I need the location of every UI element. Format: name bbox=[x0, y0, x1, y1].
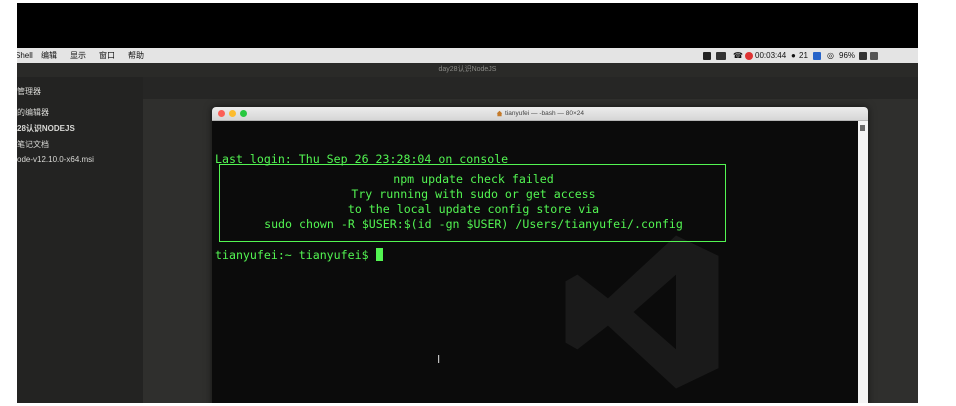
zoom-button[interactable] bbox=[240, 110, 247, 117]
app-tray-icon[interactable] bbox=[703, 48, 711, 63]
menu-shell[interactable]: Shell bbox=[17, 48, 33, 63]
terminal-output[interactable]: Last login: Thu Sep 26 23:28:04 on conso… bbox=[215, 122, 855, 403]
vscode-window-title: day28认识NodeJS bbox=[438, 66, 497, 73]
update-box-line: to the local update config store via bbox=[347, 202, 600, 216]
user-tray-icon[interactable]: ● bbox=[791, 48, 796, 63]
screen: Shell 编辑 显示 窗口 帮助 ☎ 00:03:44 ● 21 ◎ 96% … bbox=[17, 3, 918, 403]
terminal-title: tianyufei — -bash — 80×24 bbox=[505, 110, 584, 117]
terminal-titlebar[interactable]: tianyufei — -bash — 80×24 bbox=[212, 107, 868, 121]
update-box-line: npm update check failed bbox=[393, 172, 554, 186]
terminal-window[interactable]: tianyufei — -bash — 80×24 Last login: Th… bbox=[212, 107, 868, 403]
minimize-button[interactable] bbox=[229, 110, 236, 117]
ibeam-cursor-icon: Ⅰ bbox=[437, 353, 441, 366]
grid-tray-icon[interactable] bbox=[716, 48, 726, 63]
scrollbar-thumb[interactable] bbox=[860, 125, 865, 131]
recording-clock: 00:03:44 bbox=[755, 51, 787, 60]
update-box-line: sudo chown -R $USER:$(id -gn $USER) /Use… bbox=[264, 217, 683, 231]
menu-edit[interactable]: 编辑 bbox=[41, 48, 57, 63]
sidebar-item-msi[interactable]: ode-v12.10.0-x64.msi bbox=[17, 155, 94, 164]
blue-tray-icon[interactable] bbox=[813, 48, 821, 63]
black-bezel bbox=[17, 3, 918, 48]
npm-update-box: npm update check failed Try running with… bbox=[219, 164, 726, 242]
notification-count: 21 bbox=[799, 51, 808, 60]
control-tray-icon[interactable] bbox=[859, 48, 867, 63]
sidebar-explorer-header: 管理器 bbox=[17, 87, 41, 96]
sidebar-item-notes[interactable]: 笔记文档 bbox=[17, 139, 49, 150]
terminal-scrollbar[interactable] bbox=[858, 121, 868, 403]
vscode-titlebar: day28认识NodeJS bbox=[17, 63, 918, 77]
qq-tray-icon[interactable]: ◎ bbox=[827, 48, 834, 63]
home-icon bbox=[496, 110, 503, 117]
menu-view[interactable]: 显示 bbox=[70, 48, 86, 63]
update-box-line: Try running with sudo or get access bbox=[351, 187, 596, 201]
vscode-tab-strip bbox=[143, 77, 918, 99]
prompt-line[interactable]: tianyufei:~ tianyufei$ bbox=[215, 248, 383, 263]
record-tray-icon[interactable] bbox=[745, 48, 753, 63]
vscode-sidebar: 管理器 的编辑器 28认识NODEJS 笔记文档 ode-v12.10.0-x6… bbox=[17, 77, 143, 403]
battery-percent: 96% bbox=[839, 51, 856, 60]
menu-help[interactable]: 帮助 bbox=[128, 48, 144, 63]
input-tray-icon[interactable] bbox=[870, 48, 878, 63]
terminal-cursor bbox=[375, 248, 383, 261]
sidebar-open-editors[interactable]: 的编辑器 bbox=[17, 107, 49, 118]
shell-prompt: tianyufei:~ tianyufei$ bbox=[215, 248, 376, 262]
wechat-tray-icon[interactable]: ☎ bbox=[733, 48, 743, 63]
close-button[interactable] bbox=[218, 110, 225, 117]
sidebar-folder[interactable]: 28认识NODEJS bbox=[17, 123, 75, 134]
menu-bar: Shell 编辑 显示 窗口 帮助 ☎ 00:03:44 ● 21 ◎ 96% bbox=[17, 48, 918, 63]
menu-window[interactable]: 窗口 bbox=[99, 48, 115, 63]
